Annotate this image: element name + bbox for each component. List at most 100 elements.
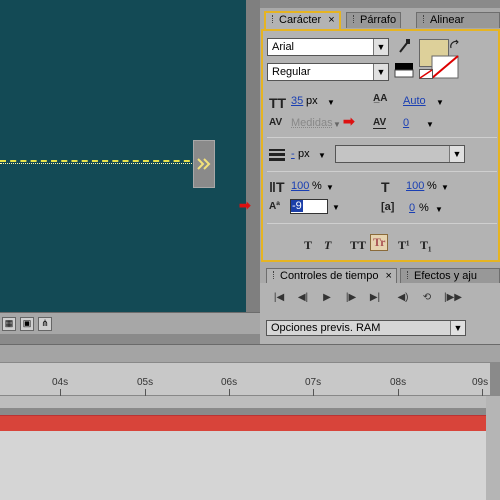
ram-preview-options-select[interactable]: Opciones previs. RAM ▼ [266, 320, 466, 336]
chevron-down-icon[interactable]: ▼ [327, 98, 335, 107]
black-white-swatch[interactable] [394, 62, 414, 78]
time-ruler[interactable]: 04s 05s 06s 07s 08s 09s [0, 362, 490, 397]
chevron-down-icon[interactable]: ▼ [318, 151, 326, 160]
timeline-scrollbar[interactable] [486, 396, 500, 500]
chevron-down-icon[interactable]: ▼ [441, 183, 449, 192]
composition-viewer[interactable] [0, 0, 246, 312]
play-icon[interactable]: ▶ [318, 292, 336, 306]
horizontal-scale-value[interactable]: 100 [406, 180, 424, 192]
red-pointer-arrow: ➡ [343, 113, 355, 129]
leading-icon: A̲A [373, 93, 388, 104]
audio-icon[interactable]: ◀) [394, 292, 412, 306]
divider [267, 223, 497, 224]
font-size-unit: px [306, 95, 318, 107]
chevron-down-icon[interactable]: ▼ [436, 98, 444, 107]
stroke-width-value[interactable]: - [291, 148, 295, 160]
loop-icon[interactable]: ⟲ [418, 292, 436, 306]
stroke-width-icon [269, 149, 285, 161]
tsume-value[interactable]: 0 [409, 202, 415, 214]
chevron-down-icon[interactable]: ▼ [426, 120, 434, 129]
font-style-value: Regular [272, 66, 311, 78]
kerning-value[interactable]: Medidas [291, 117, 333, 129]
timeline-tracks[interactable] [0, 431, 490, 500]
first-frame-icon[interactable]: |◀ [270, 292, 288, 306]
leading-value[interactable]: Auto [403, 95, 426, 107]
tab-controles-de-tiempo[interactable]: Controles de tiempo × [266, 268, 397, 284]
font-family-value: Arial [272, 41, 295, 53]
close-icon[interactable]: × [386, 270, 392, 282]
timeline-header [0, 344, 500, 362]
vertical-scale-value[interactable]: 100 [291, 180, 309, 192]
red-pointer-arrow: ➡ [239, 197, 251, 213]
no-color-icon[interactable] [419, 69, 433, 79]
panel-divider[interactable] [246, 0, 260, 312]
vertical-scale-unit: % [312, 180, 322, 192]
text-layer-handle[interactable] [193, 140, 215, 188]
divider [267, 137, 497, 138]
image-icon[interactable]: ▣ [20, 316, 34, 331]
superscript-button[interactable]: T¹ [398, 238, 410, 253]
tab-controles-label: Controles de tiempo [280, 270, 379, 282]
chevron-down-icon[interactable]: ▼ [326, 183, 334, 192]
comp-viewer-toolbar: ▦ ▣ ⋔ [0, 312, 260, 334]
grid-icon[interactable]: ▦ [2, 316, 16, 331]
tab-alinear[interactable]: Alinear [416, 12, 500, 28]
small-caps-button[interactable]: Tr [370, 234, 389, 251]
tick-label: 05s [137, 377, 154, 388]
divider [267, 171, 497, 172]
chevron-down-icon[interactable]: ▼ [435, 205, 443, 214]
tracking-icon: AV [373, 117, 387, 129]
all-caps-button[interactable]: TT [350, 238, 366, 253]
font-family-select[interactable]: Arial ▼ [267, 38, 389, 56]
chevron-down-icon: ▼ [373, 39, 388, 55]
horizontal-scale-unit: % [427, 180, 437, 192]
font-size-icon: ΤT [269, 95, 287, 111]
swap-colors-icon[interactable] [449, 39, 461, 51]
tab-caracter[interactable]: Carácter × [264, 11, 341, 29]
horizontal-scale-icon: T [381, 179, 390, 195]
close-icon[interactable]: × [328, 14, 334, 26]
tab-efectos[interactable]: Efectos y aju [400, 268, 500, 284]
previous-frame-icon[interactable]: ◀| [294, 292, 312, 306]
faux-italic-button[interactable]: T [324, 238, 331, 253]
chevron-down-icon[interactable]: ▼ [332, 203, 340, 212]
work-area-bar[interactable] [0, 396, 490, 408]
eyedropper-icon[interactable] [397, 38, 411, 54]
stroke-width-unit: px [298, 148, 310, 160]
tab-caracter-label: Carácter [279, 14, 322, 26]
font-size-value[interactable]: 35 [291, 95, 303, 107]
tick-label: 04s [52, 377, 69, 388]
baseline-shift-icon: Aª [269, 201, 280, 212]
tick-label: 06s [221, 377, 238, 388]
chevron-down-icon: ▼ [449, 146, 464, 162]
chevron-down-icon[interactable]: ▼ [333, 120, 341, 129]
character-panel: Carácter × Párrafo Alinear Arial ▼ Regul… [239, 8, 500, 262]
baseline-shift-field[interactable]: -9 [290, 199, 328, 214]
faux-bold-button[interactable]: T [304, 238, 312, 253]
motion-path[interactable] [0, 160, 200, 164]
ram-preview-options-label: Opciones previs. RAM [271, 322, 381, 334]
tick-label: 09s [472, 377, 489, 388]
next-frame-icon[interactable]: |▶ [342, 292, 360, 306]
chevron-down-icon: ▼ [373, 64, 388, 80]
chevron-down-icon: ▼ [450, 321, 465, 335]
last-frame-icon[interactable]: ▶| [366, 292, 384, 306]
tick-label: 08s [390, 377, 407, 388]
vertical-scale-icon: ‖T [269, 179, 285, 195]
stroke-color-swatch[interactable] [431, 55, 459, 79]
kerning-icon: AV [269, 117, 283, 128]
font-style-select[interactable]: Regular ▼ [267, 63, 389, 81]
ram-preview-icon[interactable]: |▶▶ [444, 292, 462, 306]
tsume-unit: % [419, 202, 429, 214]
tab-alinear-label: Alinear [430, 14, 465, 26]
tsume-icon: [a] [381, 201, 395, 213]
tick-label: 07s [305, 377, 322, 388]
layer-duration-bar[interactable] [0, 415, 490, 431]
tracking-value[interactable]: 0 [403, 117, 409, 129]
subscript-button[interactable]: T₁ [420, 238, 432, 253]
stroke-style-select[interactable]: ▼ [335, 145, 465, 163]
tab-parrafo[interactable]: Párrafo [346, 12, 402, 28]
tab-parrafo-label: Párrafo [360, 14, 397, 26]
tab-efectos-label: Efectos y aju [414, 270, 477, 282]
flowchart-icon[interactable]: ⋔ [38, 316, 52, 331]
